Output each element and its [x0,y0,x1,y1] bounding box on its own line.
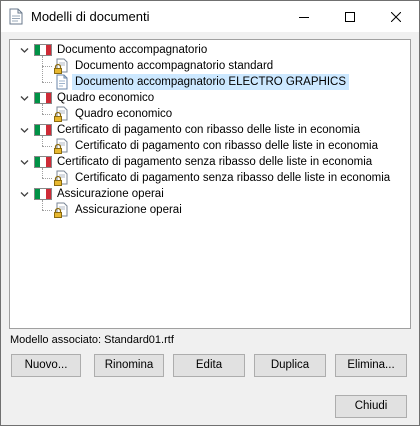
chevron-down-icon[interactable] [20,94,29,103]
tree-document-node[interactable]: Assicurazione operai [54,202,185,218]
tree-connector-line [42,168,43,178]
associated-model-text: Modello associato: Standard01.rtf [10,334,174,346]
tree-group-node[interactable]: Assicurazione operai [34,186,167,202]
window-title: Modelli di documenti [31,9,150,24]
tree-group-node[interactable]: Certificato di pagamento con ribasso del… [34,122,363,138]
tree-connector-line [42,178,52,179]
italian-flag-icon [34,92,52,104]
locked-document-icon [54,58,68,74]
dialog-window: Modelli di documenti Documento accompagn… [0,0,420,426]
chevron-down-icon[interactable] [20,126,29,135]
document-icon [9,8,23,25]
tree-connector-line [42,56,43,82]
italian-flag-icon [34,156,52,168]
chevron-down-icon[interactable] [20,46,29,55]
maximize-icon [345,11,355,22]
tree-connector-line [42,136,43,146]
tree-group-label: Certificato di pagamento con ribasso del… [57,124,360,136]
tree-document-label: Quadro economico [75,108,173,120]
tree-document-label: Documento accompagnatorio ELECTRO GRAPHI… [72,74,349,90]
new-button[interactable]: Nuovo... [11,354,81,377]
tree-document-node[interactable]: Documento accompagnatorio standard [54,58,276,74]
close-icon [391,11,401,22]
minimize-button[interactable] [281,1,327,32]
tree-document-label: Certificato di pagamento senza ribasso d… [75,172,391,184]
close-dialog-button[interactable]: Chiudi [335,395,407,418]
locked-document-icon [54,170,68,186]
tree-connector-line [42,82,52,83]
tree-document-node[interactable]: Documento accompagnatorio ELECTRO GRAPHI… [54,74,349,90]
status-bar: Modello associato: Standard01.rtf [9,332,411,348]
duplicate-button[interactable]: Duplica [254,354,326,377]
locked-document-icon [54,106,68,122]
tree-document-node[interactable]: Certificato di pagamento senza ribasso d… [54,170,393,186]
rename-button[interactable]: Rinomina [94,354,164,377]
tree-group-node[interactable]: Documento accompagnatorio [34,42,210,58]
locked-document-icon [54,202,68,218]
tree-connector-line [42,104,43,114]
locked-document-icon [54,138,68,154]
tree-group-node[interactable]: Quadro economico [34,90,157,106]
close-button[interactable] [373,1,419,32]
tree-document-node[interactable]: Quadro economico [54,106,175,122]
tree-group-label: Certificato di pagamento senza ribasso d… [57,156,373,168]
chevron-down-icon[interactable] [20,158,29,167]
document-icon [56,74,68,90]
edit-button[interactable]: Edita [173,354,245,377]
chevron-down-icon[interactable] [20,190,29,199]
tree-group-label: Assicurazione operai [57,188,164,200]
tree-connector-line [42,66,52,67]
tree-document-node[interactable]: Certificato di pagamento con ribasso del… [54,138,381,154]
title-bar[interactable]: Modelli di documenti [1,1,419,32]
tree-group-label: Quadro economico [57,92,155,104]
maximize-button[interactable] [327,1,373,32]
tree-connector-line [42,210,52,211]
tree-connector-line [42,200,43,210]
delete-button[interactable]: Elimina... [335,354,407,377]
italian-flag-icon [34,124,52,136]
document-models-tree[interactable]: Documento accompagnatorio Documento accom… [9,39,411,329]
tree-connector-line [42,114,52,115]
tree-document-label: Documento accompagnatorio standard [75,60,274,72]
tree-group-label: Documento accompagnatorio [57,44,208,56]
italian-flag-icon [34,44,52,56]
minimize-icon [299,16,309,18]
tree-document-label: Assicurazione operai [75,204,182,216]
tree-group-node[interactable]: Certificato di pagamento senza ribasso d… [34,154,375,170]
tree-connector-line [42,146,52,147]
tree-document-label: Certificato di pagamento con ribasso del… [75,140,378,152]
italian-flag-icon [34,188,52,200]
